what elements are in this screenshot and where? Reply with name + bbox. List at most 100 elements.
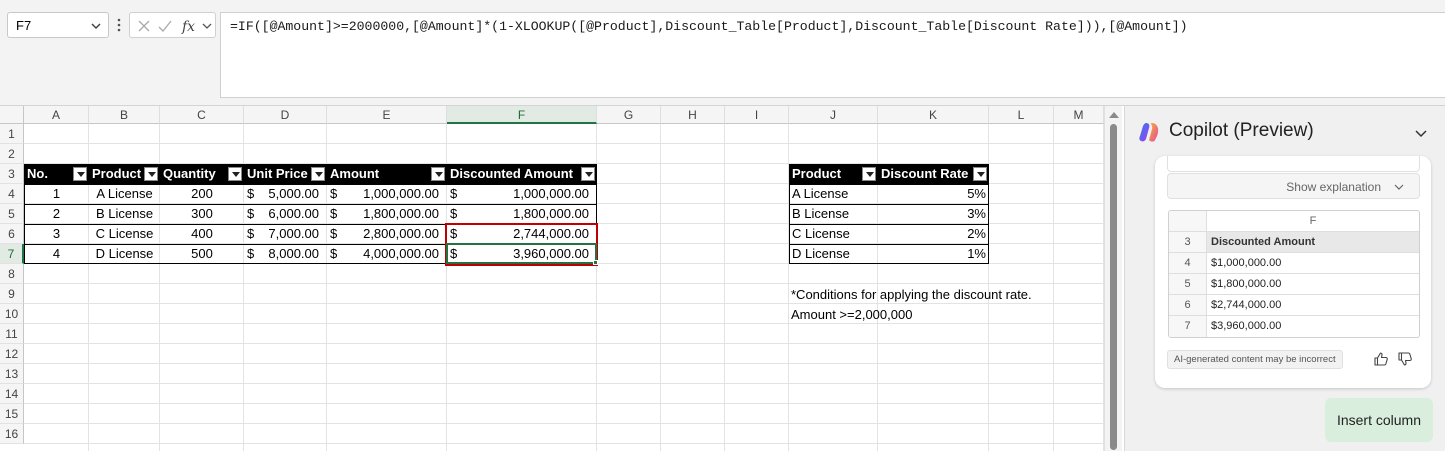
cancel-icon[interactable]	[136, 18, 152, 34]
insert-column-button[interactable]: Insert column	[1325, 398, 1433, 442]
table-cell-no[interactable]: 1	[24, 184, 89, 204]
fill-handle[interactable]	[593, 260, 598, 265]
discount-cell-rate[interactable]: 5%	[878, 184, 989, 204]
table-cell-unit_price[interactable]: $5,000.00	[244, 184, 327, 204]
show-explanation-button[interactable]: Show explanation	[1167, 173, 1420, 199]
table-cell-no[interactable]: 4	[24, 244, 89, 264]
table-cell-amount[interactable]: $1,800,000.00	[327, 204, 447, 224]
row-header-16[interactable]: 16	[0, 424, 24, 444]
column-header-m[interactable]: M	[1054, 106, 1104, 124]
table-cell-amount[interactable]: $2,800,000.00	[327, 224, 447, 244]
table-cell-unit_price[interactable]: $6,000.00	[244, 204, 327, 224]
check-icon[interactable]	[157, 18, 173, 34]
row-header-1[interactable]: 1	[0, 124, 24, 144]
row-header-9[interactable]: 9	[0, 284, 24, 304]
scrollbar-thumb[interactable]	[1110, 124, 1117, 450]
table-cell-qty[interactable]: 200	[160, 184, 244, 204]
column-header-a[interactable]: A	[24, 106, 89, 124]
table-cell-product[interactable]: C License	[89, 224, 160, 244]
table-cell-qty[interactable]: 400	[160, 224, 244, 244]
row-header-5[interactable]: 5	[0, 204, 24, 224]
table-cell-qty[interactable]: 500	[160, 244, 244, 264]
row-header-12[interactable]: 12	[0, 344, 24, 364]
preview-column-letter: F	[1309, 215, 1317, 227]
table-cell-amount[interactable]: $1,000,000.00	[327, 184, 447, 204]
cell-value: D License	[95, 246, 154, 261]
table-header-label: Discounted Amount	[450, 166, 574, 181]
thumbs-down-icon[interactable]	[1397, 351, 1413, 367]
row-header-6[interactable]: 6	[0, 224, 24, 244]
table-cell-discounted[interactable]: $1,000,000.00	[447, 184, 597, 204]
table-cell-unit_price[interactable]: $8,000.00	[244, 244, 327, 264]
column-header-l[interactable]: L	[989, 106, 1054, 124]
column-header-k[interactable]: K	[878, 106, 989, 124]
vertical-scrollbar[interactable]	[1104, 106, 1122, 451]
column-header-f[interactable]: F	[447, 106, 597, 124]
row-header-7[interactable]: 7	[0, 244, 24, 264]
row-header-13[interactable]: 13	[0, 364, 24, 384]
row-header-14[interactable]: 14	[0, 384, 24, 404]
table-cell-discounted[interactable]: $2,744,000.00	[447, 224, 597, 244]
filter-dropdown-icon[interactable]	[581, 167, 595, 181]
filter-dropdown-icon[interactable]	[431, 167, 445, 181]
filter-dropdown-icon[interactable]	[862, 167, 876, 181]
select-all-corner[interactable]	[0, 106, 24, 124]
column-header-g[interactable]: G	[597, 106, 661, 124]
row-header-11[interactable]: 11	[0, 324, 24, 344]
preview-row-value: $1,000,000.00	[1211, 257, 1282, 269]
cell-value: 300	[191, 206, 213, 221]
chevron-down-icon[interactable]	[201, 18, 213, 34]
chevron-down-icon[interactable]	[1413, 125, 1429, 141]
column-header-e[interactable]: E	[327, 106, 447, 124]
formula-actions: fx	[129, 12, 216, 38]
filter-dropdown-icon[interactable]	[73, 167, 87, 181]
discount-header-discount-rate: Discount Rate	[878, 164, 989, 184]
preview-row: 5 $1,800,000.00	[1169, 274, 1419, 295]
table-cell-product[interactable]: D License	[89, 244, 160, 264]
column-header-j[interactable]: J	[789, 106, 878, 124]
filter-dropdown-icon[interactable]	[311, 167, 325, 181]
discount-cell-product[interactable]: C License	[789, 224, 878, 244]
formula-input[interactable]: =IF([@Amount]>=2000000,[@Amount]*(1-XLOO…	[220, 12, 1445, 98]
chevron-down-icon[interactable]	[89, 19, 103, 33]
row-header-8[interactable]: 8	[0, 264, 24, 284]
more-options-icon[interactable]	[114, 15, 124, 35]
insert-function-icon[interactable]: fx	[180, 18, 200, 34]
table-cell-no[interactable]: 3	[24, 224, 89, 244]
table-cell-amount[interactable]: $4,000,000.00	[327, 244, 447, 264]
table-cell-product[interactable]: A License	[89, 184, 160, 204]
cell-value: 2	[52, 206, 61, 221]
filter-dropdown-icon[interactable]	[144, 167, 158, 181]
discount-cell-rate[interactable]: 2%	[878, 224, 989, 244]
discount-row-border	[789, 224, 989, 225]
discount-cell-product[interactable]: A License	[789, 184, 878, 204]
filter-dropdown-icon[interactable]	[228, 167, 242, 181]
row-header-3[interactable]: 3	[0, 164, 24, 184]
table-cell-no[interactable]: 2	[24, 204, 89, 224]
column-header-h[interactable]: H	[661, 106, 725, 124]
column-header-d[interactable]: D	[244, 106, 327, 124]
filter-dropdown-icon[interactable]	[973, 167, 987, 181]
discount-cell-product[interactable]: D License	[789, 244, 878, 264]
thumbs-up-icon[interactable]	[1373, 351, 1389, 367]
table-cell-product[interactable]: B License	[89, 204, 160, 224]
spreadsheet-grid[interactable]: ABCDEFGHIJKLM 1 2 3 4 5 6 7 8 9 10 11 12 13 14 15 16 No…	[0, 106, 1104, 451]
cell-value: 4	[52, 246, 61, 261]
row-header-15[interactable]: 15	[0, 404, 24, 424]
row-header-4[interactable]: 4	[0, 184, 24, 204]
grid-row-line	[24, 423, 1104, 424]
table-cell-discounted[interactable]: $1,800,000.00	[447, 204, 597, 224]
scroll-up-arrow-icon[interactable]	[1109, 112, 1119, 118]
discount-cell-product[interactable]: B License	[789, 204, 878, 224]
column-header-b[interactable]: B	[89, 106, 160, 124]
column-header-i[interactable]: I	[725, 106, 789, 124]
row-header-10[interactable]: 10	[0, 304, 24, 324]
discount-cell-rate[interactable]: 3%	[878, 204, 989, 224]
name-box[interactable]: F7	[7, 12, 109, 38]
row-header-2[interactable]: 2	[0, 144, 24, 164]
table-cell-unit_price[interactable]: $7,000.00	[244, 224, 327, 244]
discount-cell-rate[interactable]: 1%	[878, 244, 989, 264]
column-header-c[interactable]: C	[160, 106, 244, 124]
table-cell-discounted[interactable]: $3,960,000.00	[447, 244, 597, 264]
table-cell-qty[interactable]: 300	[160, 204, 244, 224]
